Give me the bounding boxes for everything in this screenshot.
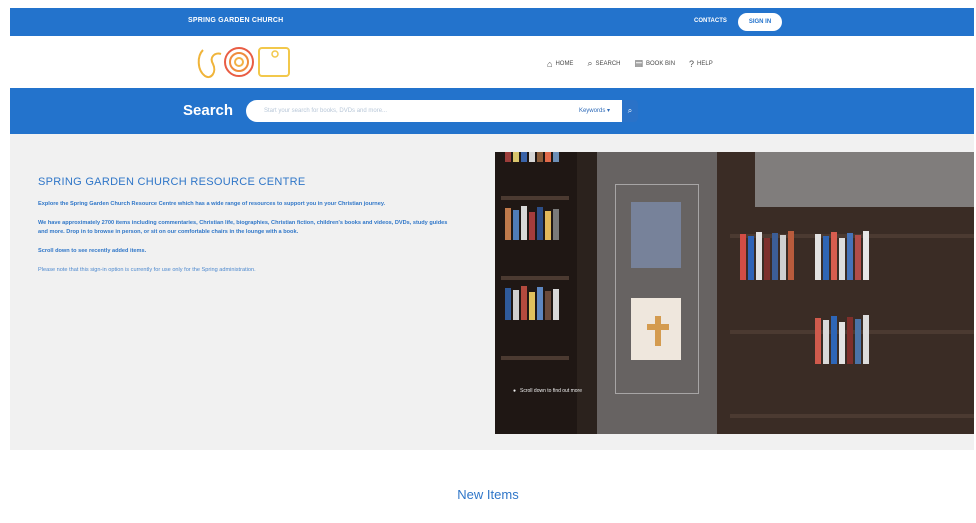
nav-help-label: HELP (697, 60, 713, 67)
hero-text: SPRING GARDEN CHURCH RESOURCE CENTRE Exp… (38, 176, 448, 285)
hero-section: SPRING GARDEN CHURCH RESOURCE CENTRE Exp… (10, 134, 974, 450)
hero-paragraph-2: We have approximately 2700 items includi… (38, 219, 448, 235)
library-photo: ● Scroll down to find out more (495, 152, 974, 434)
photo-caption: ● Scroll down to find out more (513, 388, 582, 394)
nav-search[interactable]: ⌕ SEARCH (587, 58, 620, 69)
search-placeholder: Start your search for books, DVDs and mo… (264, 108, 388, 114)
nav-help[interactable]: ? HELP (689, 58, 713, 69)
bin-icon: ▤ (634, 58, 644, 68)
header: ⌂ HOME ⌕ SEARCH ▤ BOOK BIN ? HELP (10, 36, 974, 88)
nav-search-label: SEARCH (595, 60, 621, 67)
nav-home-label: HOME (555, 60, 574, 67)
home-icon: ⌂ (547, 58, 553, 69)
hero-note: Please note that this sign-in option is … (38, 266, 256, 273)
hero-paragraph-3: Scroll down to see recently added items. (38, 247, 147, 254)
hero-title: SPRING GARDEN CHURCH RESOURCE CENTRE (38, 176, 306, 188)
top-bar: SPRING GARDEN CHURCH CONTACTS SIGN IN (10, 8, 974, 36)
search-scope-label: Keywords (578, 108, 606, 114)
church-logo[interactable] (195, 42, 295, 82)
main-nav: ⌂ HOME ⌕ SEARCH ▤ BOOK BIN ? HELP (547, 58, 713, 69)
search-label: Search (183, 102, 234, 119)
new-items-heading: New Items (457, 487, 519, 502)
site-name[interactable]: SPRING GARDEN CHURCH (188, 17, 283, 24)
info-icon: ● (513, 388, 517, 394)
nav-home[interactable]: ⌂ HOME (547, 58, 573, 69)
search-bar: Search Start your search for books, DVDs… (10, 88, 974, 134)
photo-caption-text: Scroll down to find out more (520, 388, 583, 394)
nav-book-bin-label: BOOK BIN (646, 60, 676, 67)
hero-paragraph-1: Explore the Spring Garden Church Resourc… (38, 201, 386, 207)
help-icon: ? (689, 58, 695, 69)
search-button[interactable]: ⌕ (622, 100, 638, 122)
search-icon: ⌕ (587, 58, 593, 68)
sign-in-button[interactable]: SIGN IN (738, 13, 782, 31)
search-icon: ⌕ (627, 106, 633, 115)
chevron-down-icon: ▾ (606, 108, 610, 114)
nav-book-bin[interactable]: ▤ BOOK BIN (635, 58, 676, 69)
contacts-link[interactable]: CONTACTS (694, 18, 727, 24)
search-scope-dropdown[interactable]: Keywords ▾ (579, 100, 610, 122)
search-input[interactable]: Start your search for books, DVDs and mo… (246, 100, 622, 122)
